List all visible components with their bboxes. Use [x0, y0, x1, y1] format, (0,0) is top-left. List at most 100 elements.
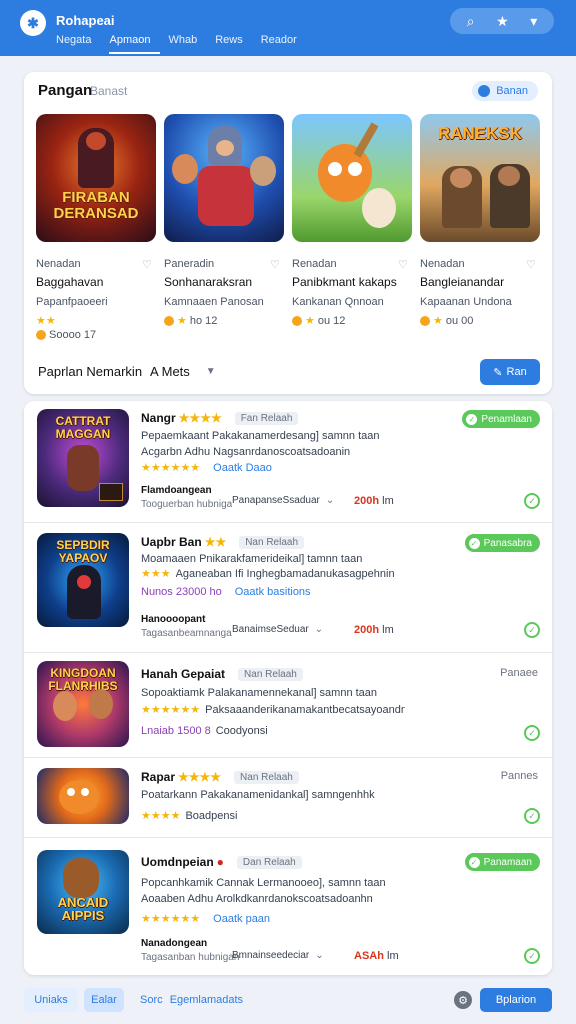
- game-title[interactable]: Rapar ★★★★ Nan Relaah: [141, 770, 299, 784]
- details-link[interactable]: Oaatk Daao: [213, 462, 272, 474]
- status-label: Pannes: [500, 770, 538, 782]
- platform-select[interactable]: Bmnainseedeciar ⌄: [232, 950, 324, 961]
- details-link[interactable]: Oaatk paan: [213, 913, 270, 925]
- game-developer: Nanadongean: [141, 938, 208, 949]
- game-size: 200h lm: [354, 624, 394, 636]
- check-icon: ✓: [468, 537, 480, 549]
- game-thumbnail[interactable]: KINGDOAN FLANRHIBS: [37, 661, 129, 747]
- game-art[interactable]: FIRABAN DERANSAD: [36, 114, 156, 242]
- chat-icon[interactable]: ▾: [530, 14, 537, 28]
- app-logo[interactable]: ✱: [20, 10, 46, 36]
- apply-button[interactable]: Bplarion: [480, 988, 552, 1012]
- platform-select[interactable]: BanaimseSeduar ⌄: [232, 624, 323, 635]
- sort-select[interactable]: Sorc Egemlamadats: [140, 994, 243, 1006]
- game-name[interactable]: Bangleianandar: [420, 275, 538, 289]
- title-stars: ★★★★: [178, 411, 222, 425]
- featured-pill-button[interactable]: Banan: [472, 81, 538, 101]
- game-developer: Flamdoangean: [141, 485, 212, 496]
- game-thumbnail[interactable]: CATTRAT MAGGAN: [37, 409, 129, 507]
- list-item[interactable]: Rapar ★★★★ Nan Relaah Pannes Poatarkann …: [24, 758, 552, 838]
- game-rating: ★ ou 12: [292, 314, 345, 327]
- game-title[interactable]: Uapbr Ban ★★ Nan Relaah: [141, 535, 305, 549]
- game-rating: ★★ Soooo 17: [36, 314, 96, 341]
- search-icon[interactable]: ⌕: [467, 14, 475, 28]
- check-circle-icon[interactable]: ✓: [524, 622, 540, 638]
- heart-icon[interactable]: ♡: [270, 258, 280, 271]
- edit-button[interactable]: Ealar: [84, 988, 124, 1012]
- game-thumbnail[interactable]: ANCAID AIPPIS: [37, 850, 129, 934]
- game-list: CATTRAT MAGGAN Nangr ★★★★ Fan Relaah ✓ P…: [24, 401, 552, 975]
- heart-icon[interactable]: ♡: [526, 258, 536, 271]
- game-developer: Hanoooopant: [141, 614, 206, 625]
- list-item[interactable]: SEPBDIR YAPAOV Uapbr Ban ★★ Nan Relaah ✓…: [24, 523, 552, 653]
- featured-item[interactable]: RANEKSK Nenadan ♡ Bangleianandar Kapaana…: [420, 114, 540, 344]
- pill-dot-icon: [478, 85, 491, 97]
- heart-icon[interactable]: ♡: [398, 258, 408, 271]
- check-icon: ✓: [468, 856, 480, 868]
- game-description: Pepaemkaant Pakakanamerdesang] samnn taa…: [141, 430, 380, 442]
- game-tags: Acgarbn Adhu Nagsanrdanoscoatsadoanin: [141, 446, 351, 458]
- meta-stars: ★★★★: [141, 810, 181, 822]
- check-circle-icon[interactable]: ✓: [524, 725, 540, 741]
- game-art[interactable]: [164, 114, 284, 242]
- list-item[interactable]: KINGDOAN FLANRHIBS Hanah Gepaiat Nan Rel…: [24, 653, 552, 758]
- rating-stars: ★★: [36, 315, 56, 327]
- game-thumbnail[interactable]: SEPBDIR YAPAOV: [37, 533, 129, 627]
- list-item[interactable]: ANCAID AIPPIS Uomdnpeian ● Dan Relaah ✓ …: [24, 838, 552, 975]
- game-name[interactable]: Baggahavan: [36, 275, 154, 289]
- check-circle-icon[interactable]: ✓: [524, 808, 540, 824]
- game-art[interactable]: RANEKSK: [420, 114, 540, 242]
- nav-tab[interactable]: Rews: [215, 34, 253, 54]
- size-value: ASAh: [354, 950, 384, 962]
- game-category: Nenadan: [420, 258, 465, 270]
- check-circle-icon[interactable]: ✓: [524, 493, 540, 509]
- title-text: Hanah Gepaiat: [141, 667, 226, 681]
- list-item[interactable]: CATTRAT MAGGAN Nangr ★★★★ Fan Relaah ✓ P…: [24, 401, 552, 523]
- nav-tab[interactable]: Reador: [261, 34, 307, 54]
- size-unit: lm: [382, 624, 394, 636]
- game-title[interactable]: Hanah Gepaiat Nan Relaah: [141, 667, 303, 681]
- status-badge[interactable]: ✓ Panamaan: [464, 853, 540, 871]
- game-tags: Paksaaanderikanamakantbecatsayoandn: [205, 703, 406, 716]
- featured-item[interactable]: FIRABAN DERANSAD Nenadan ♡ Baggahavan Pa…: [36, 114, 156, 344]
- game-thumbnail[interactable]: [37, 768, 129, 824]
- nav-tab-active[interactable]: Apmaon: [109, 34, 161, 54]
- coin-icon: [36, 330, 46, 340]
- meta-stars: ★★★: [141, 568, 171, 580]
- rating-value: ou 12: [317, 314, 346, 327]
- status-badge[interactable]: ✓ Penamlaan: [462, 410, 540, 428]
- size-unit: lm: [387, 950, 399, 962]
- game-meta: ★★★★★★ Paksaaanderikanamakantbecatsayoan…: [141, 703, 406, 717]
- game-category: Renadan: [292, 258, 337, 270]
- rating-stars: ★: [305, 315, 315, 327]
- run-button[interactable]: ✎ Ran: [480, 359, 540, 385]
- game-name[interactable]: Panibkmant kakaps: [292, 275, 410, 289]
- status-badge[interactable]: ✓ Panasabra: [464, 534, 540, 552]
- coin-icon: [420, 315, 430, 326]
- nav-tabs: Negata Apmaon Whab Rews Reador: [56, 34, 315, 54]
- game-title[interactable]: Nangr ★★★★ Fan Relaah: [141, 411, 299, 425]
- meta-note: Boadpensi: [185, 809, 238, 822]
- heart-icon: ●: [216, 855, 224, 869]
- game-category: Nenadan: [36, 258, 81, 270]
- nav-tab[interactable]: Whab: [168, 34, 207, 54]
- nav-tab[interactable]: Negata: [56, 34, 101, 54]
- meta-stars: ★★★★★★: [141, 913, 201, 925]
- platform-select[interactable]: PanapanseSsaduar ⌄: [232, 495, 334, 506]
- featured-item[interactable]: Renadan ♡ Panibkmant kakaps Kankanan Qnn…: [292, 114, 412, 344]
- game-art[interactable]: [292, 114, 412, 242]
- filter-dropdown[interactable]: Paprlan Nemarkin A Mets ▼: [38, 364, 216, 379]
- game-name[interactable]: Sonhanaraksran: [164, 275, 282, 289]
- badge-label: Panamaan: [483, 856, 532, 868]
- game-title[interactable]: Uomdnpeian ● Dan Relaah: [141, 855, 302, 869]
- star-icon[interactable]: ★: [496, 14, 509, 28]
- check-circle-icon[interactable]: ✓: [524, 948, 540, 964]
- featured-item[interactable]: Paneradin ♡ Sonhanaraksran Kamnaaen Pano…: [164, 114, 284, 344]
- details-link[interactable]: Oaatk basitions: [235, 586, 311, 598]
- gear-icon[interactable]: ⚙: [454, 991, 472, 1009]
- meta-extra: Lnaiab 1500 8: [141, 725, 211, 737]
- game-meta: ★★★★★★ Oaatk paan: [141, 912, 270, 926]
- art-caption: RANEKSK: [437, 124, 523, 143]
- clear-button[interactable]: Uniaks: [24, 988, 78, 1012]
- heart-icon[interactable]: ♡: [142, 258, 152, 271]
